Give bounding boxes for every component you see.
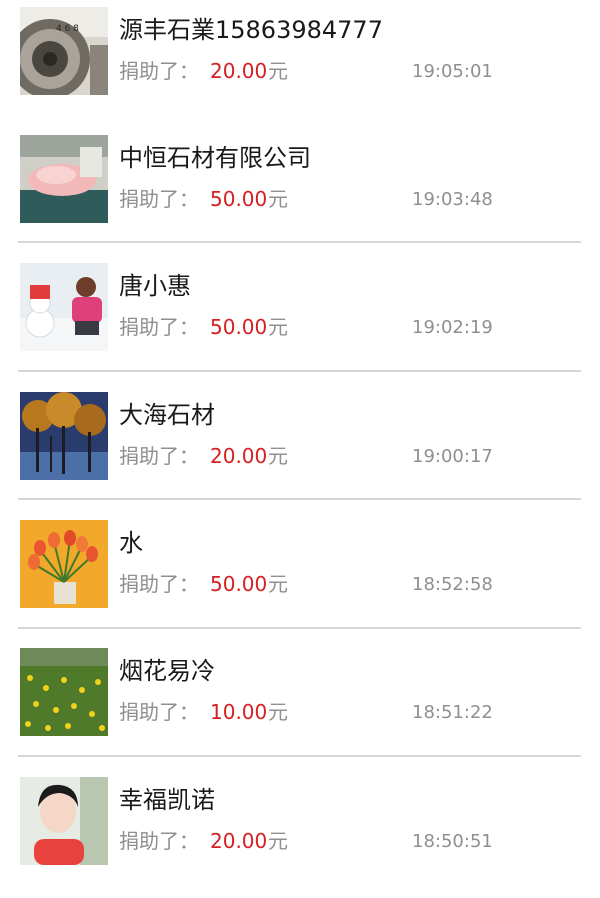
donation-label: 捐助了： <box>119 187 199 211</box>
donor-name: 唐小惠 <box>119 272 191 300</box>
donor-name: 大海石材 <box>119 401 215 429</box>
donation-time: 18:50:51 <box>412 831 493 852</box>
donation-row[interactable]: 4 6 8 源丰石業15863984777 捐助了： 20.00 元 19:05… <box>0 0 600 128</box>
row-divider <box>18 627 581 629</box>
currency-unit: 元 <box>268 829 288 853</box>
donation-time: 18:52:58 <box>412 574 493 595</box>
donation-row[interactable]: 幸福凯诺 捐助了： 20.00 元 18:50:51 <box>0 770 600 898</box>
donation-amount: 50.00 <box>210 315 268 339</box>
donation-label: 捐助了： <box>119 829 199 853</box>
row-divider <box>18 241 581 243</box>
currency-unit: 元 <box>268 187 288 211</box>
donation-amount: 20.00 <box>210 59 268 83</box>
donor-name: 水 <box>119 529 143 557</box>
currency-unit: 元 <box>268 444 288 468</box>
tulips-avatar <box>20 520 108 608</box>
donation-amount: 50.00 <box>210 572 268 596</box>
autumn-trees-avatar <box>20 392 108 480</box>
currency-unit: 元 <box>268 572 288 596</box>
donor-name: 源丰石業15863984777 <box>119 16 383 44</box>
donation-label: 捐助了： <box>119 59 199 83</box>
svg-text:4 6 8: 4 6 8 <box>56 24 79 34</box>
donation-row[interactable]: 水 捐助了： 50.00 元 18:52:58 <box>0 513 600 641</box>
currency-unit: 元 <box>268 700 288 724</box>
row-divider <box>18 498 581 500</box>
donation-list: 4 6 8 源丰石業15863984777 捐助了： 20.00 元 19:05… <box>0 0 600 868</box>
currency-unit: 元 <box>268 59 288 83</box>
yellow-flowers-avatar <box>20 648 108 736</box>
donation-amount: 20.00 <box>210 444 268 468</box>
donation-row[interactable]: 烟花易冷 捐助了： 10.00 元 18:51:22 <box>0 641 600 769</box>
currency-unit: 元 <box>268 315 288 339</box>
donation-amount: 10.00 <box>210 700 268 724</box>
donation-time: 19:02:19 <box>412 317 493 338</box>
donor-name: 幸福凯诺 <box>119 786 215 814</box>
donation-time: 18:51:22 <box>412 702 493 723</box>
donation-amount: 50.00 <box>210 187 268 211</box>
donor-name: 中恒石材有限公司 <box>119 144 311 172</box>
snowman-girl-avatar <box>20 263 108 351</box>
camera-dial-avatar: 4 6 8 <box>20 7 108 95</box>
donation-row[interactable]: 大海石材 捐助了： 20.00 元 19:00:17 <box>0 385 600 513</box>
donation-time: 19:00:17 <box>412 446 493 467</box>
donation-label: 捐助了： <box>119 444 199 468</box>
donation-row[interactable]: 中恒石材有限公司 捐助了： 50.00 元 19:03:48 <box>0 128 600 256</box>
donation-time: 19:05:01 <box>412 61 493 82</box>
donation-label: 捐助了： <box>119 315 199 339</box>
donation-label: 捐助了： <box>119 572 199 596</box>
donation-time: 19:03:48 <box>412 189 493 210</box>
donor-name: 烟花易冷 <box>119 657 215 685</box>
row-divider <box>18 370 581 372</box>
pink-stone-avatar <box>20 135 108 223</box>
donation-row[interactable]: 唐小惠 捐助了： 50.00 元 19:02:19 <box>0 256 600 384</box>
woman-portrait-avatar <box>20 777 108 865</box>
donation-label: 捐助了： <box>119 700 199 724</box>
row-divider <box>18 755 581 757</box>
donation-amount: 20.00 <box>210 829 268 853</box>
